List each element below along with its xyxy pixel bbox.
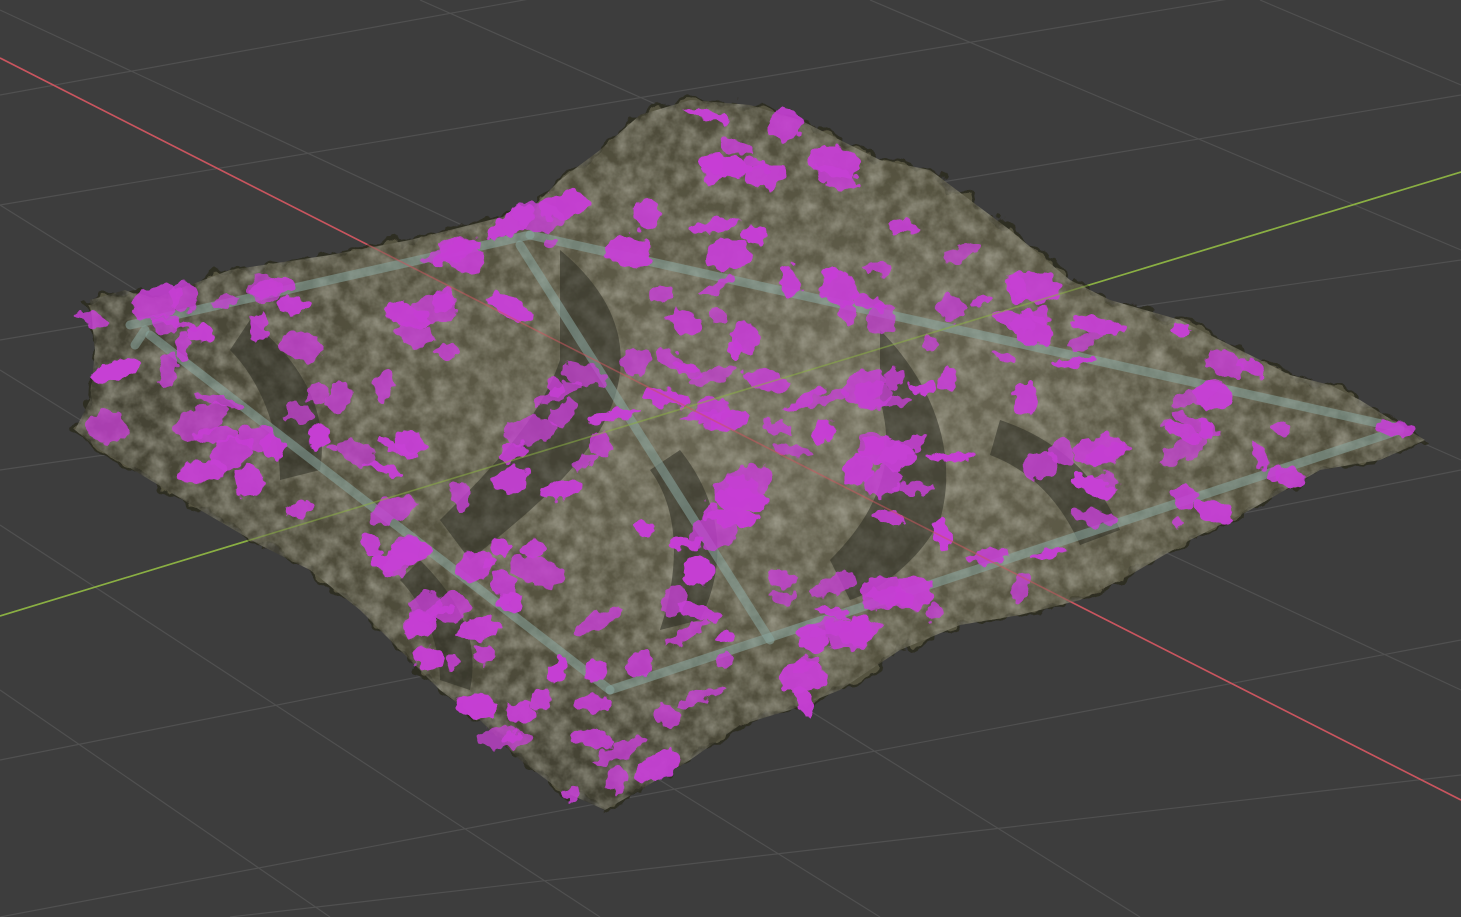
missing-texture-patch xyxy=(250,312,269,345)
grid-line xyxy=(0,0,528,96)
viewport-canvas[interactable] xyxy=(0,0,1461,917)
grid-line xyxy=(1259,0,1461,86)
grid-line xyxy=(0,689,331,917)
3d-viewport[interactable] xyxy=(0,0,1461,917)
photogrammetry-mesh[interactable] xyxy=(60,80,1440,820)
missing-texture-patch xyxy=(937,294,966,322)
